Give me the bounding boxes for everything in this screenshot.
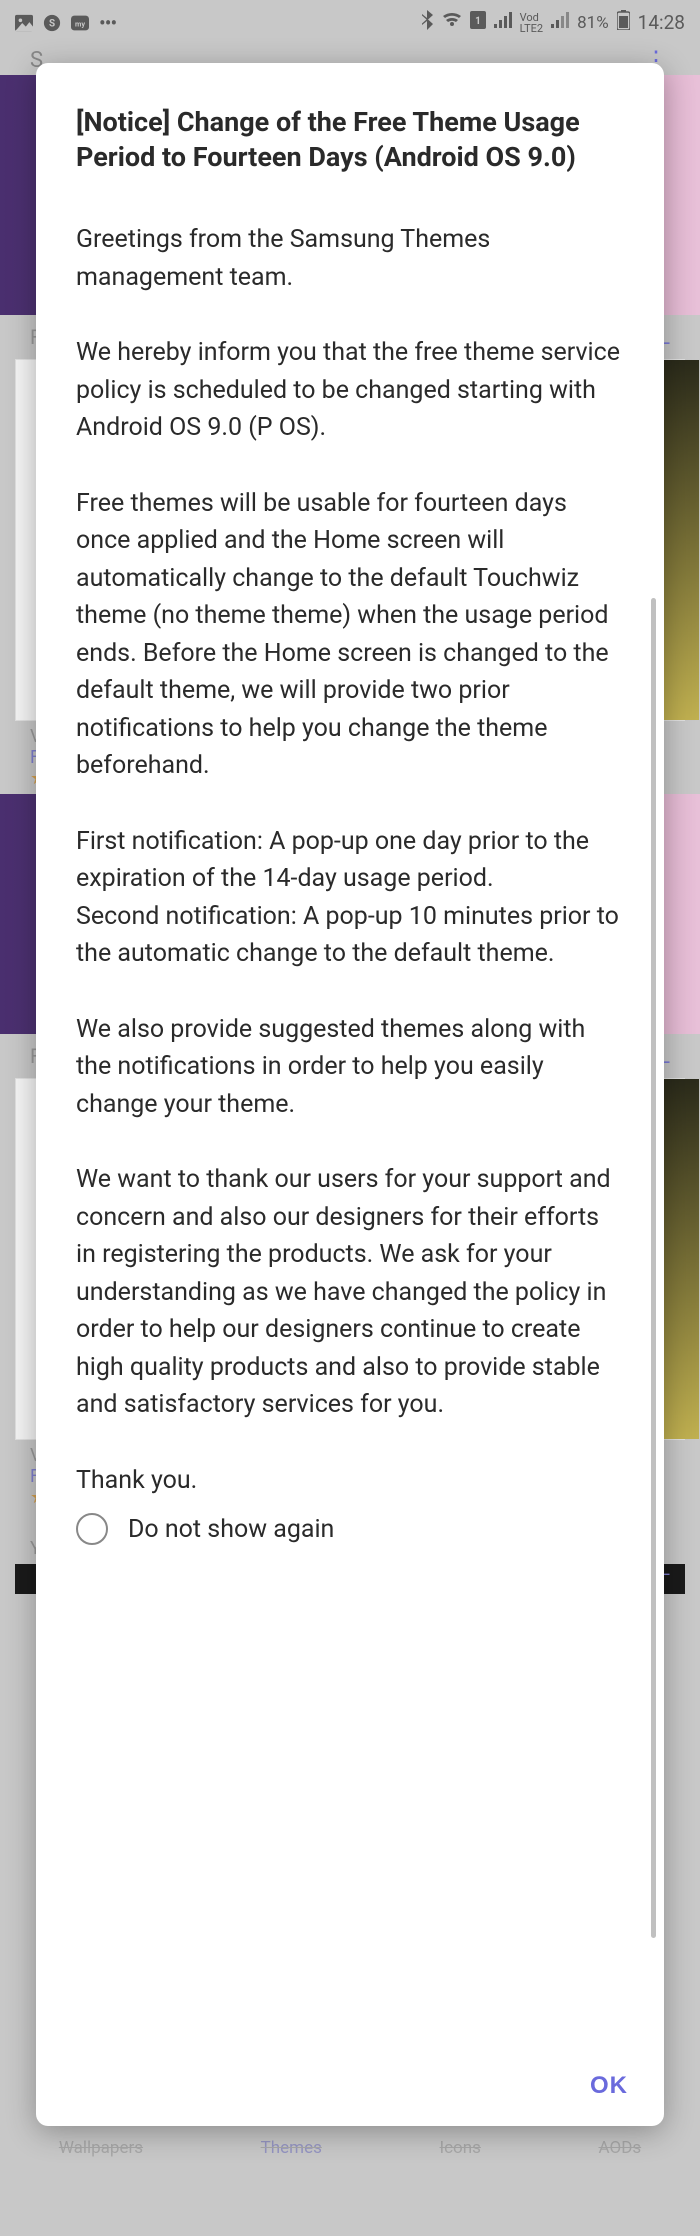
status-left: S my ••• bbox=[15, 11, 116, 35]
battery-pct: 81% bbox=[577, 13, 609, 33]
signal-icon-2 bbox=[551, 12, 569, 33]
tab-wallpapers[interactable]: Wallpapers bbox=[59, 2138, 143, 2158]
wifi-icon bbox=[442, 12, 462, 33]
dialog-p7: Thank you. bbox=[76, 1462, 624, 1500]
myapp-icon: my bbox=[71, 14, 89, 32]
status-right: 1 Vod LTE2 81% 14:28 bbox=[421, 10, 685, 35]
signal-icon-1 bbox=[494, 12, 512, 33]
more-indicator: ••• bbox=[99, 11, 116, 35]
network-label: Vod LTE2 bbox=[520, 12, 543, 34]
dialog-scrollbar[interactable] bbox=[651, 598, 656, 1938]
dialog-p5: We also provide suggested themes along w… bbox=[76, 1011, 624, 1124]
status-bar: S my ••• 1 Vod LTE2 81% 14:28 bbox=[0, 0, 700, 45]
svg-text:1: 1 bbox=[475, 16, 481, 27]
dialog-p6: We want to thank our users for your supp… bbox=[76, 1161, 624, 1424]
dialog-p1: Greetings from the Samsung Themes manage… bbox=[76, 221, 624, 296]
clock: 14:28 bbox=[638, 11, 685, 34]
sim-icon: 1 bbox=[470, 11, 486, 34]
bluetooth-icon bbox=[421, 10, 434, 35]
dialog-content[interactable]: [Notice] Change of the Free Theme Usage … bbox=[36, 63, 664, 2048]
dialog-body: Greetings from the Samsung Themes manage… bbox=[76, 221, 624, 1545]
do-not-show-checkbox[interactable]: Do not show again bbox=[76, 1513, 624, 1545]
tab-icons[interactable]: Icons bbox=[440, 2138, 481, 2158]
checkbox-circle-icon bbox=[76, 1513, 108, 1545]
battery-icon bbox=[617, 10, 630, 35]
checkbox-label: Do not show again bbox=[128, 1515, 334, 1544]
gallery-icon bbox=[15, 14, 33, 32]
samsung-icon: S bbox=[43, 14, 61, 32]
dialog-footer: OK bbox=[36, 2048, 664, 2126]
dialog-p2: We hereby inform you that the free theme… bbox=[76, 334, 624, 447]
svg-text:my: my bbox=[75, 19, 85, 28]
dialog-p4b: Second notification: A pop-up 10 minutes… bbox=[76, 898, 624, 973]
dialog-p3: Free themes will be usable for fourteen … bbox=[76, 485, 624, 785]
ok-button[interactable]: OK bbox=[590, 2072, 628, 2100]
bottom-tabs: Wallpapers Themes Icons AODs bbox=[0, 2128, 700, 2168]
notice-dialog: [Notice] Change of the Free Theme Usage … bbox=[36, 63, 664, 2126]
dialog-title: [Notice] Change of the Free Theme Usage … bbox=[76, 105, 624, 175]
dialog-p4a: First notification: A pop-up one day pri… bbox=[76, 823, 624, 898]
tab-themes[interactable]: Themes bbox=[261, 2138, 322, 2158]
svg-text:S: S bbox=[49, 18, 55, 29]
tab-aods[interactable]: AODs bbox=[599, 2138, 642, 2158]
